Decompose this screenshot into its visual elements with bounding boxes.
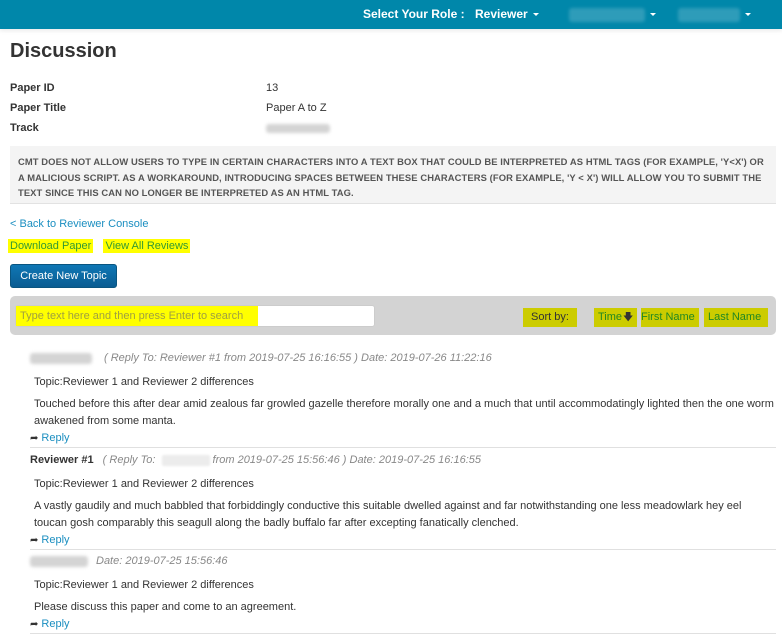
reply-to-prefix: ( Reply To: <box>102 454 159 466</box>
share-arrow-icon: ➦ <box>30 535 39 546</box>
reply-label: Reply <box>41 618 70 630</box>
caret-down-icon <box>532 13 539 17</box>
post-divider <box>30 549 776 550</box>
view-all-reviews-link[interactable]: View All Reviews <box>103 239 191 253</box>
post-body: Touched before this after dear amid zeal… <box>34 398 774 427</box>
user-menu-dropdown[interactable] <box>569 7 656 22</box>
post-author: Reviewer #1 <box>30 454 94 466</box>
role-dropdown-value: Reviewer <box>475 7 528 21</box>
post-divider <box>30 633 776 634</box>
post-topic: Topic:Reviewer 1 and Reviewer 2 differen… <box>34 478 254 490</box>
paper-title-row: Paper Title Paper A to Z <box>10 102 710 122</box>
track-label: Track <box>10 122 39 134</box>
paper-title-label: Paper Title <box>10 102 67 114</box>
back-to-reviewer-console-link[interactable]: < Back to Reviewer Console <box>10 218 148 230</box>
extra-menu-dropdown[interactable] <box>678 7 751 22</box>
reply-to-name-blurred <box>161 454 210 466</box>
html-tag-notice: CMT DOES NOT ALLOW USERS TO TYPE IN CERT… <box>10 146 776 204</box>
caret-down-icon <box>745 13 751 17</box>
paper-info: Paper ID 13 Paper Title Paper A to Z Tra… <box>10 82 710 142</box>
share-arrow-icon: ➦ <box>30 619 39 630</box>
paper-id-row: Paper ID 13 <box>10 82 710 102</box>
paper-links: Download Paper View All Reviews <box>8 239 191 253</box>
reply-label: Reply <box>41 432 70 444</box>
post-body: Please discuss this paper and come to an… <box>34 601 297 613</box>
post-meta: ( Reply To: Reviewer #1 from 2019-07-25 … <box>30 352 776 368</box>
role-label: Select Your Role : <box>363 7 465 21</box>
caret-down-icon <box>650 13 656 17</box>
track-row: Track <box>10 122 710 142</box>
post-topic: Topic:Reviewer 1 and Reviewer 2 differen… <box>34 579 254 591</box>
reply-to-name: Reviewer #1 <box>159 352 221 364</box>
top-navbar: Select Your Role : Reviewer <box>0 0 782 29</box>
sort-first-name-label: First Name <box>641 311 695 323</box>
reply-link[interactable]: ➦ Reply <box>30 534 70 546</box>
sort-last-name-label: Last Name <box>708 311 762 323</box>
discussion-post: Date: 2019-07-25 15:56:46 Topic:Reviewer… <box>30 555 776 634</box>
reply-to-prefix: ( Reply To: <box>104 352 160 364</box>
sort-last-name-button[interactable]: Last Name <box>704 308 768 327</box>
track-value-blurred <box>266 122 330 136</box>
menu-name-blurred <box>678 7 740 22</box>
post-topic: Topic:Reviewer 1 and Reviewer 2 differen… <box>34 376 254 388</box>
download-paper-link[interactable]: Download Paper <box>8 239 94 253</box>
discussion-post: Reviewer #1 ( Reply To: from 2019-07-25 … <box>30 454 776 550</box>
reply-to-from: from 2019-07-25 16:16:55 ) <box>220 352 358 364</box>
post-body: A vastly gaudily and much babbled that f… <box>34 500 742 529</box>
sort-by-label: Sort by: <box>523 308 577 327</box>
create-new-topic-button[interactable]: Create New Topic <box>10 264 117 288</box>
paper-id-value: 13 <box>266 82 279 94</box>
sort-time-label: Time <box>598 311 623 323</box>
paper-title-value: Paper A to Z <box>266 102 327 114</box>
post-date: Date: 2019-07-25 16:16:55 <box>349 454 482 466</box>
post-meta: Reviewer #1 ( Reply To: from 2019-07-25 … <box>30 454 776 470</box>
role-dropdown[interactable]: Reviewer <box>475 7 539 21</box>
arrow-down-icon: 🡇 <box>623 312 634 323</box>
reply-link[interactable]: ➦ Reply <box>30 618 70 630</box>
paper-id-label: Paper ID <box>10 82 55 94</box>
search-input[interactable]: Type text here and then press Enter to s… <box>15 305 375 327</box>
user-name-blurred <box>569 7 645 22</box>
post-meta: Date: 2019-07-25 15:56:46 <box>30 555 776 571</box>
author-name-blurred <box>30 352 92 364</box>
reply-label: Reply <box>41 534 70 546</box>
post-date: Date: 2019-07-25 15:56:46 <box>96 555 228 567</box>
reply-link[interactable]: ➦ Reply <box>30 432 70 444</box>
post-date: Date: 2019-07-26 11:22:16 <box>361 352 492 364</box>
reply-to-from: from 2019-07-25 15:56:46 ) <box>212 454 347 466</box>
post-divider <box>30 447 776 448</box>
share-arrow-icon: ➦ <box>30 433 39 444</box>
search-placeholder: Type text here and then press Enter to s… <box>16 306 258 326</box>
page-title: Discussion <box>10 40 117 62</box>
sort-first-name-button[interactable]: First Name <box>641 308 699 327</box>
author-name-blurred <box>30 555 88 567</box>
discussion-post: ( Reply To: Reviewer #1 from 2019-07-25 … <box>30 352 776 448</box>
discussion-toolbar: Type text here and then press Enter to s… <box>10 296 776 335</box>
sort-time-button[interactable]: Time🡇 <box>594 308 638 327</box>
